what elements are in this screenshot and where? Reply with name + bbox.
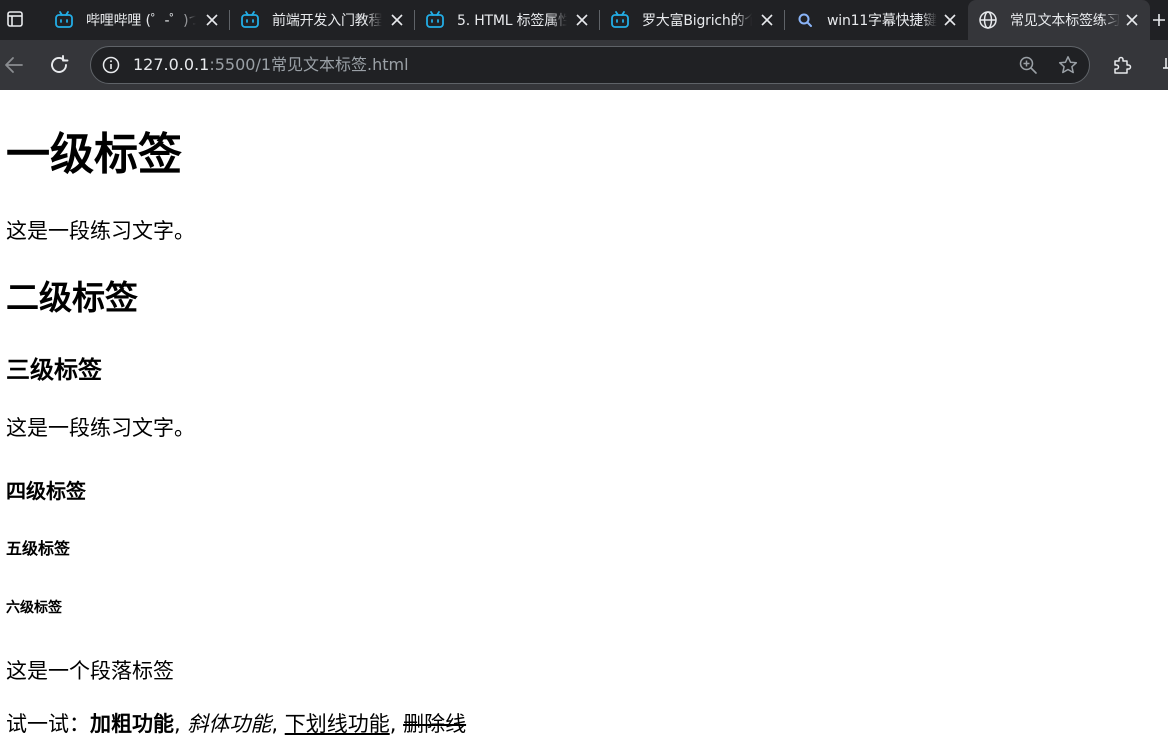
practice-paragraph: 这是一段练习文字。: [6, 416, 195, 440]
globe-icon: [978, 10, 998, 30]
reload-icon[interactable]: [47, 53, 71, 77]
tab-actions-icon[interactable]: [4, 8, 26, 30]
tab-title: 前端开发入门教程: [272, 13, 382, 29]
heading-level-1: 一级标签: [6, 129, 182, 180]
tab-current-page[interactable]: 常见文本标签练习: [968, 0, 1150, 40]
italic-text: 斜体功能: [187, 712, 272, 736]
heading-level-5: 五级标签: [6, 539, 71, 558]
tab-title: 常见文本标签练习: [1010, 13, 1120, 29]
bookmark-star-icon[interactable]: [1057, 54, 1079, 76]
tab-title: 5. HTML 标签属性: [457, 13, 567, 29]
strikethrough-text: 删除线: [403, 712, 467, 736]
tab-strip: 哔哩哔哩 (゜-゜)つロ 前端开发入门教程 5. HTML 标签属性 罗大富Bi…: [0, 0, 1168, 40]
url-text[interactable]: 127.0.0.1:5500/1常见文本标签.html: [133, 55, 409, 75]
bilibili-icon: [610, 10, 630, 30]
demo-prefix: 试一试：: [6, 712, 90, 736]
tab-title: 罗大富Bigrich的个人空间: [642, 13, 752, 29]
tab-frontend-course[interactable]: 前端开发入门教程: [230, 0, 415, 40]
search-icon: [795, 10, 815, 30]
bilibili-icon: [54, 10, 74, 30]
bold-text: 加粗功能: [90, 712, 174, 736]
separator: ,: [174, 712, 188, 736]
close-icon[interactable]: [940, 10, 960, 30]
close-icon[interactable]: [1122, 10, 1142, 30]
close-icon[interactable]: [757, 10, 777, 30]
tab-bigrich-space[interactable]: 罗大富Bigrich的个人空间: [600, 0, 785, 40]
extensions-icon[interactable]: [1110, 53, 1134, 77]
back-arrow-icon[interactable]: [2, 53, 26, 77]
browser-toolbar: 127.0.0.1:5500/1常见文本标签.html: [0, 40, 1168, 90]
underline-text: 下划线功能: [284, 712, 390, 736]
paragraph-tag-text: 这是一个段落标签: [6, 659, 174, 683]
close-icon[interactable]: [387, 10, 407, 30]
close-icon[interactable]: [202, 10, 222, 30]
address-bar[interactable]: 127.0.0.1:5500/1常见文本标签.html: [90, 46, 1090, 84]
bilibili-icon: [425, 10, 445, 30]
tab-html-attributes[interactable]: 5. HTML 标签属性: [415, 0, 600, 40]
text-formatting-demo: 试一试：加粗功能, 斜体功能, 下划线功能, 删除线: [6, 710, 466, 738]
separator: ,: [389, 712, 404, 736]
tab-title: 哔哩哔哩 (゜-゜)つロ: [86, 13, 196, 29]
heading-level-4: 四级标签: [6, 479, 86, 503]
heading-level-3: 三级标签: [6, 356, 102, 384]
site-info-icon[interactable]: [101, 55, 121, 75]
heading-level-6: 六级标签: [6, 600, 62, 616]
practice-paragraph: 这是一段练习文字。: [6, 219, 195, 243]
url-path: :5500/1常见文本标签.html: [209, 55, 409, 74]
separator: ,: [271, 712, 285, 736]
tab-bilibili-home[interactable]: 哔哩哔哩 (゜-゜)つロ: [44, 0, 230, 40]
profile-icon[interactable]: [1158, 54, 1168, 76]
url-host: 127.0.0.1: [133, 55, 210, 74]
page-content: 一级标签 这是一段练习文字。 二级标签 三级标签 这是一段练习文字。 四级标签 …: [0, 90, 1168, 745]
tab-win11-search[interactable]: win11字幕快捷键: [785, 0, 968, 40]
new-tab-icon[interactable]: [1150, 8, 1168, 32]
close-icon[interactable]: [572, 10, 592, 30]
bilibili-icon: [240, 10, 260, 30]
tab-title: win11字幕快捷键: [827, 13, 937, 29]
heading-level-2: 二级标签: [6, 278, 138, 317]
zoom-icon[interactable]: [1017, 54, 1039, 76]
